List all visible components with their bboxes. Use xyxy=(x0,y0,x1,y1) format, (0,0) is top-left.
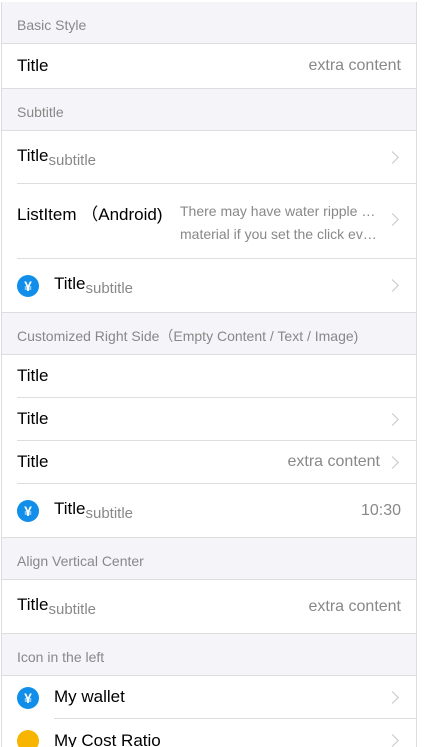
item-title: Title xyxy=(17,56,49,75)
item-subtitle: subtitle xyxy=(85,280,134,297)
chevron-right-icon xyxy=(386,690,399,704)
item-extra: extra content xyxy=(308,597,402,615)
item-extra: extra content xyxy=(287,453,381,470)
item-title: Title xyxy=(17,595,49,614)
list-item-my-wallet[interactable]: ¥ My wallet xyxy=(2,676,416,719)
list-icon-left: ¥ My wallet My Cost Ratio xyxy=(2,675,416,747)
list-item-title-subtitle[interactable]: Titlesubtitle xyxy=(2,131,416,184)
item-title: Title xyxy=(17,409,49,428)
item-title: My wallet xyxy=(54,687,125,706)
item-title: My Cost Ratio xyxy=(54,730,161,747)
item-extra-line-2: material if you set the click event. xyxy=(180,226,380,242)
list-subtitle: Titlesubtitle ListItem （Android) There m… xyxy=(2,130,416,313)
list-item-android[interactable]: ListItem （Android) There may have water … xyxy=(2,184,416,259)
item-title: Title xyxy=(54,499,86,518)
chevron-right-icon xyxy=(386,279,399,292)
item-extra: extra content xyxy=(308,57,402,74)
list-item-title-arrow[interactable]: Title xyxy=(2,398,416,441)
list-item-my-cost-ratio[interactable]: My Cost Ratio xyxy=(2,719,416,747)
list-align-center: Titlesubtitle extra content xyxy=(2,579,416,634)
chevron-right-icon xyxy=(386,150,399,164)
chevron-right-icon xyxy=(386,455,399,469)
chevron-right-icon xyxy=(386,734,399,747)
section-header-icon-left: Icon in the left xyxy=(2,634,416,675)
chevron-right-icon xyxy=(386,213,399,226)
section-header-subtitle: Subtitle xyxy=(2,89,416,130)
list-demo-screen: Basic Style Title extra content Subtitle… xyxy=(1,2,417,747)
item-title: Title xyxy=(17,145,49,165)
section-header-customized-right: Customized Right Side（Empty Content / Te… xyxy=(2,313,416,354)
item-title: Title xyxy=(17,452,49,471)
item-extra-line-1: There may have water ripple effect of xyxy=(180,203,380,219)
item-title: Title xyxy=(54,274,86,293)
section-header-basic-style: Basic Style xyxy=(2,2,416,43)
list-basic-style: Title extra content xyxy=(2,43,416,89)
item-time: 10:30 xyxy=(360,501,401,519)
item-title: Title xyxy=(17,366,49,385)
section-header-align-center: Align Vertical Center xyxy=(2,538,416,579)
yen-icon: ¥ xyxy=(17,499,39,522)
list-item-basic-title[interactable]: Title extra content xyxy=(2,44,416,88)
list-item-title-empty[interactable]: Title xyxy=(2,355,416,398)
list-item-icon-title-subtitle[interactable]: ¥ Titlesubtitle xyxy=(2,259,416,312)
item-subtitle: subtitle xyxy=(85,505,134,522)
item-extra-multiline: There may have water ripple effect of ma… xyxy=(180,200,380,246)
list-item-align-center[interactable]: Titlesubtitle extra content xyxy=(2,580,416,633)
yen-icon: ¥ xyxy=(17,274,39,297)
chevron-right-icon xyxy=(386,412,399,426)
pie-chart-icon xyxy=(17,729,39,747)
list-item-title-extra-arrow[interactable]: Title extra content xyxy=(2,441,416,484)
item-title: ListItem （Android) xyxy=(17,205,163,224)
list-customized-right: Title Title Title extra content ¥ Titles… xyxy=(2,354,416,538)
yen-icon: ¥ xyxy=(17,686,39,709)
list-item-icon-time[interactable]: ¥ Titlesubtitle 10:30 xyxy=(2,484,416,537)
item-subtitle: subtitle xyxy=(48,151,97,169)
item-subtitle: subtitle xyxy=(48,601,97,618)
